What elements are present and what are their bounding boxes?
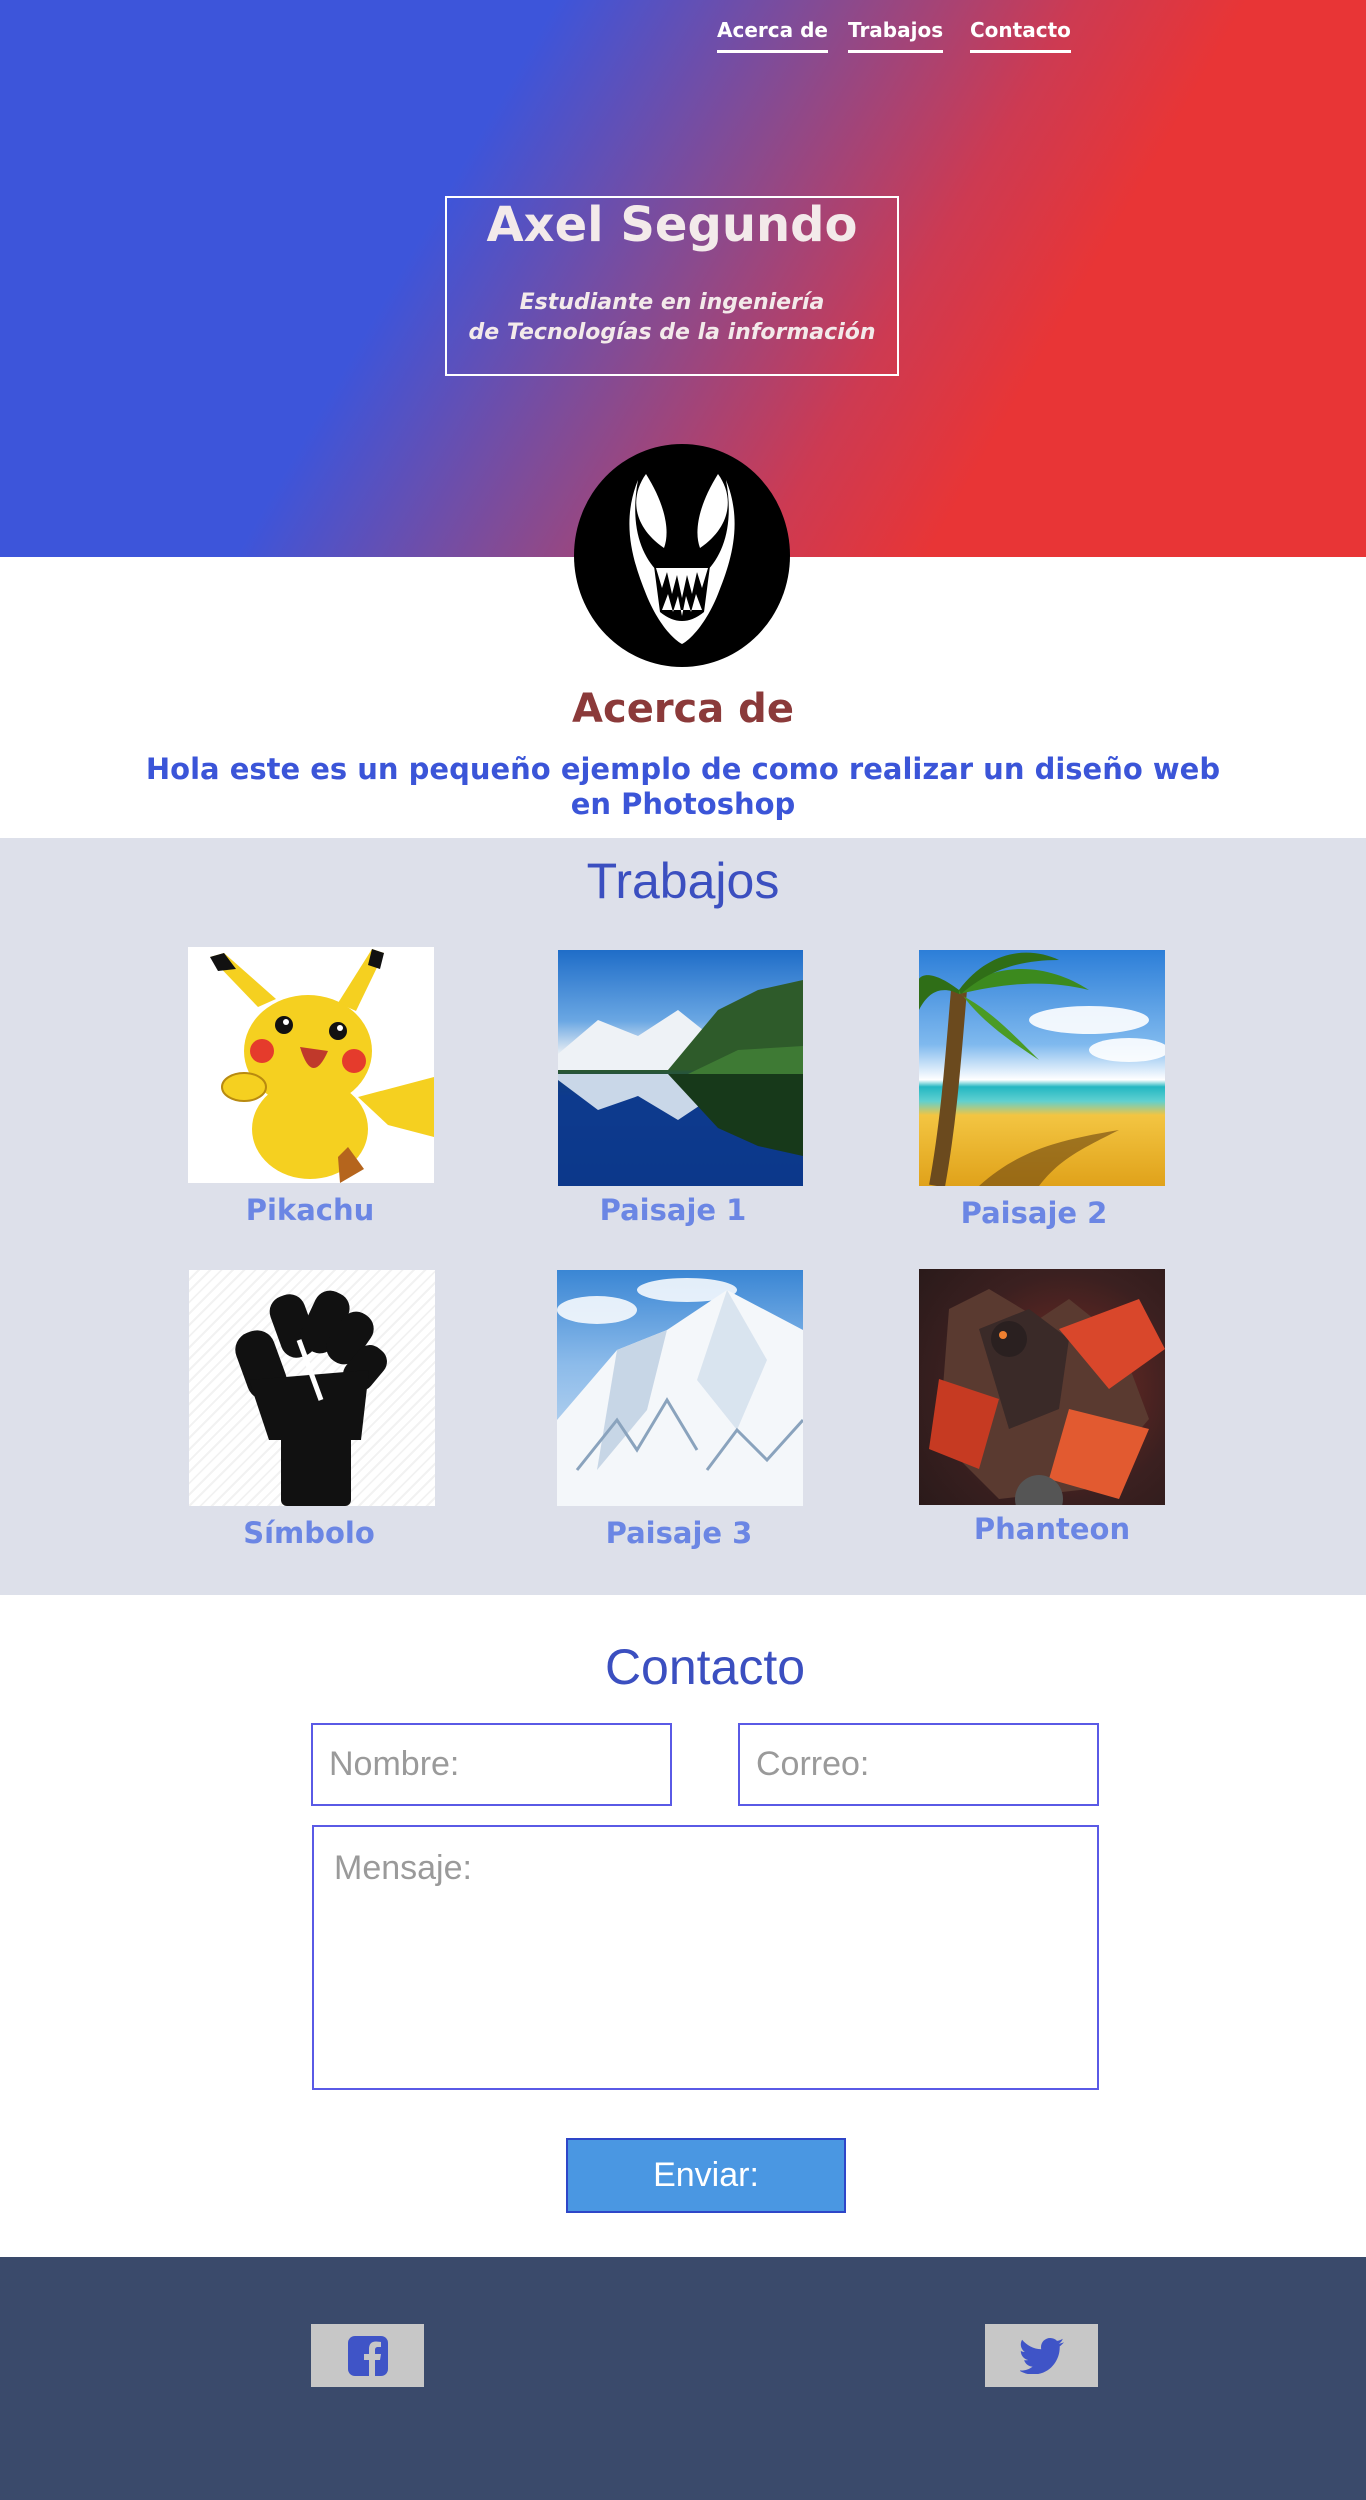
twitter-button[interactable] bbox=[985, 2324, 1098, 2387]
works-heading: Trabajos bbox=[586, 853, 780, 909]
nav-link-works[interactable]: Trabajos bbox=[848, 18, 944, 53]
work-label-paisaje-2: Paisaje 2 bbox=[960, 1196, 1108, 1230]
email-input[interactable] bbox=[738, 1723, 1099, 1806]
venom-face-icon bbox=[629, 474, 735, 644]
work-image-lake[interactable] bbox=[558, 950, 803, 1186]
name-input[interactable] bbox=[311, 1723, 672, 1806]
work-label-paisaje-1: Paisaje 1 bbox=[599, 1193, 747, 1227]
send-button[interactable]: Enviar: bbox=[566, 2138, 846, 2213]
footer bbox=[0, 2257, 1366, 2500]
work-label-phanteon: Phanteon bbox=[973, 1512, 1131, 1546]
work-label-simbolo: Símbolo bbox=[243, 1516, 375, 1550]
work-label-paisaje-3: Paisaje 3 bbox=[605, 1516, 753, 1550]
work-image-warrior[interactable] bbox=[919, 1269, 1165, 1505]
nav-link-about[interactable]: Acerca de bbox=[717, 18, 828, 53]
facebook-button[interactable] bbox=[311, 2324, 424, 2387]
twitter-icon bbox=[1019, 2337, 1064, 2374]
nav-link-contact[interactable]: Contacto bbox=[970, 18, 1071, 53]
message-input[interactable] bbox=[312, 1825, 1099, 2090]
work-label-pikachu: Pikachu bbox=[245, 1193, 375, 1227]
about-text-line1: Hola este es un pequeño ejemplo de como … bbox=[145, 752, 1221, 786]
work-image-fist[interactable] bbox=[189, 1270, 435, 1506]
work-image-snowy-mountain[interactable] bbox=[557, 1270, 803, 1506]
contact-heading: Contacto bbox=[604, 1639, 806, 1695]
hero-name: Axel Segundo bbox=[486, 197, 858, 253]
facebook-icon bbox=[347, 2335, 388, 2376]
hero-subtitle-line1: Estudiante en ingeniería bbox=[519, 290, 825, 315]
work-image-pikachu[interactable] bbox=[188, 947, 434, 1183]
hero-subtitle-line2: de Tecnologías de la información bbox=[468, 320, 876, 345]
about-heading: Acerca de bbox=[572, 686, 794, 732]
work-image-beach[interactable] bbox=[919, 950, 1165, 1186]
avatar bbox=[574, 444, 790, 667]
about-text-line2: en Photoshop bbox=[570, 787, 796, 821]
